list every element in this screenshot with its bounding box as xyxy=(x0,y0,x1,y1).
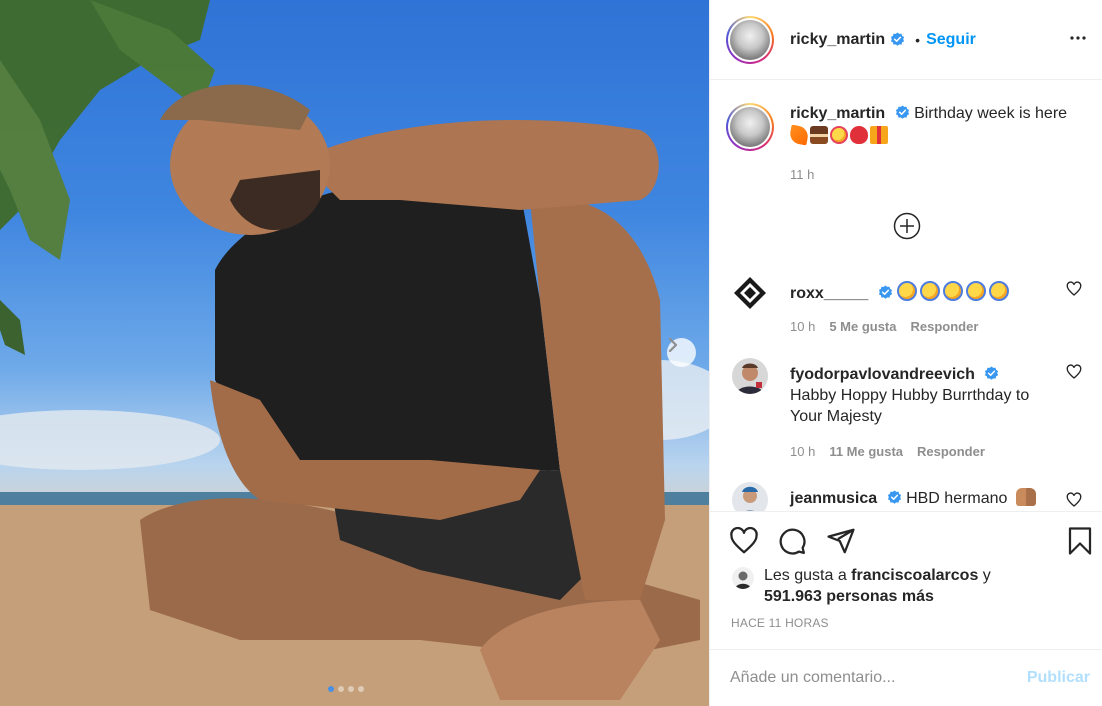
comment-likes[interactable]: 5 Me gusta xyxy=(829,316,896,337)
likes-connector: y xyxy=(978,567,991,584)
verified-badge-icon xyxy=(878,285,892,299)
add-comment-bar: Publicar xyxy=(710,649,1102,706)
comment-input[interactable] xyxy=(730,669,1027,687)
next-slide-button[interactable] xyxy=(667,338,696,367)
comment-likes[interactable]: 11 Me gusta xyxy=(829,441,903,462)
caption-username[interactable]: ricky_martin xyxy=(790,105,885,122)
liker-avatar[interactable] xyxy=(732,567,754,589)
like-heart-icon[interactable] xyxy=(729,526,759,556)
carousel-dot xyxy=(328,686,334,692)
likes-count[interactable]: 591.963 personas más xyxy=(764,588,934,605)
post-caption: ricky_martin Birthday week is here 11 h xyxy=(726,103,1082,182)
comment-time: 10 h xyxy=(790,444,816,459)
post-action-bar xyxy=(710,511,1102,571)
caption-text: Birthday week is here xyxy=(914,105,1068,122)
post-header: ricky_martin • Seguir xyxy=(710,0,1102,80)
commenter-avatar[interactable] xyxy=(732,275,768,311)
comment-username[interactable]: fyodorpavlovandreevich xyxy=(790,366,975,383)
caption-emojis xyxy=(788,124,1080,146)
more-options-icon[interactable] xyxy=(1066,26,1090,50)
party-face-emoji-icon xyxy=(897,281,918,301)
load-more-comments-icon[interactable] xyxy=(893,212,921,240)
caption-author-avatar[interactable] xyxy=(726,103,774,151)
verified-badge-icon xyxy=(985,366,999,380)
comment-username[interactable]: roxx_____ xyxy=(790,285,868,302)
carousel-indicator xyxy=(328,686,364,692)
header-separator: • xyxy=(915,31,921,48)
party-face-emoji-icon xyxy=(989,281,1010,301)
caption-time: 11 h xyxy=(790,167,815,182)
reply-button[interactable]: Responder xyxy=(911,316,979,337)
comment-text: Habby Hoppy Hubby Burrthday to Your Maje… xyxy=(790,387,1030,425)
comment-bubble-icon[interactable] xyxy=(777,526,807,556)
carousel-dot xyxy=(358,686,364,692)
likes-prefix: Les gusta a xyxy=(764,567,852,584)
carousel-dot xyxy=(348,686,354,692)
like-comment-heart-icon[interactable] xyxy=(1066,492,1082,508)
comment-item: roxx_____ 10 h 5 Me gusta Responder xyxy=(732,275,1082,337)
verified-badge-icon xyxy=(891,32,905,46)
comment-emojis xyxy=(897,281,1012,302)
party-face-emoji-icon xyxy=(830,126,848,144)
chevron-right-icon xyxy=(668,338,678,352)
verified-badge-icon xyxy=(895,105,909,119)
like-comment-heart-icon[interactable] xyxy=(1066,364,1082,380)
publish-button[interactable]: Publicar xyxy=(1027,669,1090,687)
author-avatar[interactable] xyxy=(726,15,774,64)
commenter-avatar[interactable] xyxy=(732,482,768,511)
party-face-emoji-icon xyxy=(966,281,987,301)
comments-list[interactable]: ricky_martin Birthday week is here 11 h xyxy=(710,81,1102,511)
comment-item: jeanmusica HBD hermano xyxy=(732,482,1082,511)
share-paper-plane-icon[interactable] xyxy=(826,526,856,556)
beach-scene-illustration xyxy=(0,0,709,706)
comment-item: fyodorpavlovandreevich Habby Hoppy Hubby… xyxy=(732,358,1082,462)
cake-emoji-icon xyxy=(810,126,828,144)
party-face-emoji-icon xyxy=(943,281,964,301)
like-comment-heart-icon[interactable] xyxy=(1066,281,1082,297)
reply-button[interactable]: Responder xyxy=(917,441,985,462)
verified-badge-icon xyxy=(887,490,901,504)
carousel-dot xyxy=(338,686,344,692)
post-photo[interactable] xyxy=(0,0,709,706)
post-timestamp[interactable]: HACE 11 HORAS xyxy=(731,616,829,630)
follow-button[interactable]: Seguir xyxy=(926,31,976,49)
likes-summary: Les gusta a franciscoalarcos y 591.963 p… xyxy=(732,565,1082,607)
comment-time: 10 h xyxy=(790,319,816,334)
comment-username[interactable]: jeanmusica xyxy=(790,490,877,507)
liker-username[interactable]: franciscoalarcos xyxy=(851,567,978,584)
save-bookmark-icon[interactable] xyxy=(1065,526,1095,556)
comment-text: HBD hermano xyxy=(906,490,1008,507)
party-face-emoji-icon xyxy=(920,281,941,301)
author-username[interactable]: ricky_martin xyxy=(790,31,885,49)
gift-emoji-icon xyxy=(870,126,888,144)
balloon-emoji-icon xyxy=(850,126,868,144)
post-side-panel: ricky_martin • Seguir ricky_martin Birth… xyxy=(709,0,1102,706)
commenter-avatar[interactable] xyxy=(732,358,768,394)
praying-hands-emoji-icon xyxy=(1015,488,1036,506)
carrot-emoji-icon xyxy=(788,124,810,146)
